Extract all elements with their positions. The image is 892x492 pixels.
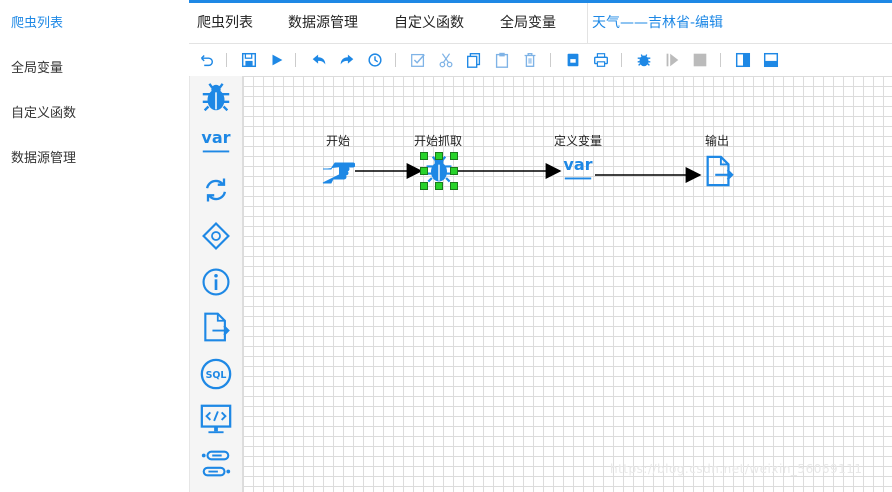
process-icon[interactable]	[198, 446, 234, 482]
selection-handle[interactable]	[450, 167, 458, 175]
tab-spider-list[interactable]: 爬虫列表	[197, 3, 253, 44]
export-icon[interactable]	[563, 50, 583, 70]
flow-canvas[interactable]: 开始 开始抓取 定义变量 var 输出	[243, 76, 892, 492]
node-label-define: 定义变量	[554, 134, 603, 148]
svg-text:SQL: SQL	[206, 370, 227, 381]
history-icon[interactable]	[365, 50, 385, 70]
watermark: https://blog.csdn.net/weixin_56069111	[610, 462, 863, 476]
check-icon[interactable]	[408, 50, 428, 70]
nav-item-spider-list[interactable]: 爬虫列表	[0, 0, 189, 45]
run-icon[interactable]	[267, 50, 287, 70]
undo-icon[interactable]	[196, 50, 216, 70]
selection-handle[interactable]	[420, 167, 428, 175]
variable-icon[interactable]: var	[198, 124, 234, 160]
code-icon[interactable]	[198, 401, 234, 437]
nav-item-datasource[interactable]: 数据源管理	[0, 135, 189, 180]
copy-icon[interactable]	[464, 50, 484, 70]
panel-left-icon[interactable]	[733, 50, 753, 70]
left-nav: 爬虫列表 全局变量 自定义函数 数据源管理	[0, 0, 190, 492]
sql-icon[interactable]: SQL	[198, 356, 234, 392]
step-icon[interactable]	[662, 50, 682, 70]
delete-icon[interactable]	[520, 50, 540, 70]
selection-handle[interactable]	[450, 152, 458, 160]
nav-item-custom-functions[interactable]: 自定义函数	[0, 90, 189, 135]
tab-datasource[interactable]: 数据源管理	[288, 3, 358, 44]
selection-handle[interactable]	[420, 152, 428, 160]
debug-icon[interactable]	[634, 50, 654, 70]
selection-handle[interactable]	[435, 182, 443, 190]
diamond-icon[interactable]	[198, 218, 234, 254]
selection-handle[interactable]	[435, 152, 443, 160]
output-icon[interactable]	[198, 309, 234, 345]
paste-icon[interactable]	[492, 50, 512, 70]
info-icon[interactable]	[198, 264, 234, 300]
variable-icon[interactable]: var	[561, 152, 595, 190]
component-palette: var SQL	[190, 76, 243, 492]
spider-icon[interactable]	[198, 80, 234, 116]
node-label-start: 开始	[326, 134, 351, 148]
selection-handle[interactable]	[450, 182, 458, 190]
node-var-text: var	[563, 155, 592, 174]
save-icon[interactable]	[239, 50, 259, 70]
redo-right-icon[interactable]	[337, 50, 357, 70]
tab-global-variables[interactable]: 全局变量	[500, 3, 556, 44]
tab-editor[interactable]: 天气——吉林省-编辑	[587, 3, 723, 44]
nav-item-global-variables[interactable]: 全局变量	[0, 45, 189, 90]
variable-icon-text: var	[201, 128, 230, 147]
print-icon[interactable]	[591, 50, 611, 70]
cut-icon[interactable]	[436, 50, 456, 70]
node-label-output: 输出	[705, 134, 730, 148]
redo-left-icon[interactable]	[309, 50, 329, 70]
loop-icon[interactable]	[198, 172, 234, 208]
editor-toolbar	[189, 44, 892, 77]
tab-bar: 爬虫列表 数据源管理 自定义函数 全局变量 天气——吉林省-编辑	[189, 0, 892, 44]
node-label-crawl: 开始抓取	[414, 134, 463, 148]
hand-pointer-icon[interactable]	[319, 153, 356, 193]
selection-handle[interactable]	[420, 182, 428, 190]
output-icon[interactable]	[702, 154, 736, 192]
panel-bottom-icon[interactable]	[761, 50, 781, 70]
tab-custom-functions[interactable]: 自定义函数	[394, 3, 464, 44]
stop-icon[interactable]	[690, 50, 710, 70]
